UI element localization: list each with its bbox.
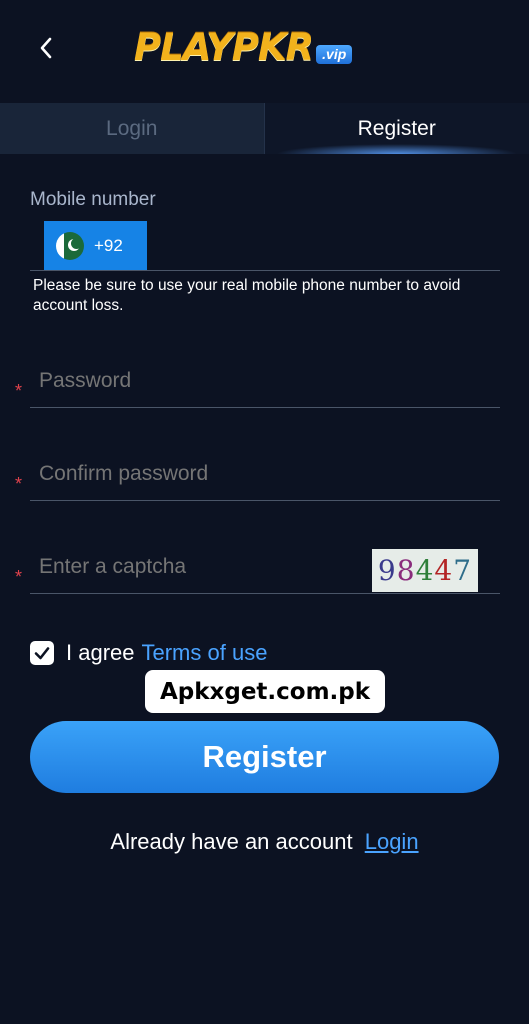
logo-text: PLAYPKR [134,26,314,69]
confirm-password-input[interactable] [37,461,361,487]
tab-login[interactable]: Login [0,103,264,154]
login-prompt-text: Already have an account [110,829,353,854]
captcha-digit: 4 [434,554,454,587]
chevron-left-icon [40,37,52,59]
terms-agreement: I agree Terms of use [30,638,267,668]
captcha-digit: 7 [453,554,473,587]
dial-code: +92 [94,235,123,255]
auth-tabs: Login Register [0,103,529,154]
required-mark: * [15,381,23,401]
pakistan-flag-icon [56,231,84,260]
password-input[interactable] [37,368,361,394]
terms-of-use-link[interactable]: Terms of use [142,640,268,666]
tab-register[interactable]: Register [263,103,529,154]
captcha-digit: 4 [415,554,435,587]
agree-checkbox[interactable] [30,641,54,665]
password-row: * [0,352,529,412]
agree-text: I agree [66,640,135,665]
required-mark: * [15,474,23,494]
confirm-password-row: * [0,445,529,505]
mobile-number-label: Mobile number [30,189,156,210]
logo-badge: .vip [316,45,353,64]
captcha-underline [30,593,500,594]
captcha-digit: 9 [377,554,397,587]
mobile-number-input[interactable] [150,221,498,269]
back-button[interactable] [28,28,64,68]
captcha-digit: 8 [396,554,416,587]
app-logo: PLAYPKR .vip [134,26,353,70]
login-prompt: Already have an account Login [0,829,529,855]
country-code-selector[interactable]: +92 [44,221,147,270]
captcha-image[interactable]: 9 8 4 4 7 [372,549,478,592]
checkmark-icon [34,647,50,660]
mobile-underline [30,270,500,271]
captcha-input[interactable] [37,554,361,580]
login-link[interactable]: Login [365,829,419,854]
app-header: PLAYPKR .vip [0,0,529,100]
mobile-hint: Please be sure to use your real mobile p… [33,277,461,314]
password-underline [30,407,500,408]
watermark-badge: Apkxget.com.pk [145,670,385,713]
confirm-password-underline [30,500,500,501]
required-mark: * [15,567,23,587]
register-button[interactable]: Register [30,721,499,793]
